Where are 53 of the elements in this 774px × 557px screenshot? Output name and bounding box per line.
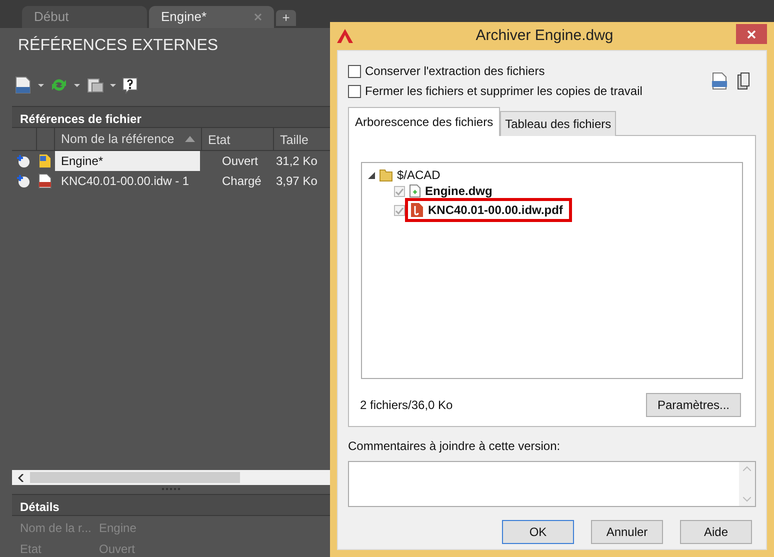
status-icon (16, 154, 32, 168)
caret-icon[interactable] (38, 84, 44, 86)
palette-title: RÉFÉRENCES EXTERNES (17, 35, 220, 56)
pdf-document-icon (410, 202, 424, 218)
dialog-button[interactable]: Annuler (591, 520, 663, 544)
checkbox[interactable] (394, 186, 405, 196)
status-text: Chargé (221, 173, 262, 190)
attach-dwg-icon[interactable] (14, 75, 32, 95)
document-icon (409, 184, 421, 198)
size-text: 3,97 Ko (275, 173, 318, 190)
expanded-icon[interactable] (368, 172, 375, 178)
column-header[interactable]: Nom de la référence (55, 128, 202, 150)
caret-icon[interactable] (110, 84, 116, 86)
tree-item[interactable]: Engine.dwg (425, 182, 492, 200)
dwf-file-icon[interactable] (711, 72, 728, 90)
comment-label: Commentaires à joindre à cette version: (348, 438, 562, 455)
horizontal-scrollbar[interactable] (12, 470, 330, 485)
tree-item[interactable]: KNC40.01-00.00.idw.pdf (428, 201, 563, 219)
tree-item[interactable]: $/ACAD (397, 166, 440, 184)
column-header[interactable]: Taille (274, 128, 330, 150)
scroll-left-icon[interactable] (18, 474, 24, 482)
checkbox-label: Conserver l'extraction des fichiers (365, 63, 545, 80)
settings-button[interactable]: Paramètres... (646, 393, 741, 417)
close-button[interactable] (736, 24, 767, 44)
dialog-title: Archiver Engine.dwg (474, 26, 614, 46)
help-icon[interactable] (122, 76, 138, 94)
dialog-button[interactable]: OK (502, 520, 574, 544)
file-name[interactable]: Engine* (55, 151, 200, 171)
close-icon (747, 30, 756, 38)
tab[interactable]: Arborescence des fichiers (348, 107, 500, 136)
document-stack-icon[interactable] (86, 76, 104, 94)
new-tab-button[interactable]: + (276, 10, 296, 26)
file-name[interactable]: KNC40.01-00.00.idw - 1 (55, 171, 200, 191)
checkbox[interactable] (348, 84, 361, 98)
tab[interactable]: Tableau des fichiers (500, 111, 616, 136)
section-header: Références de fichier (12, 106, 330, 128)
column-header[interactable]: Etat (202, 128, 274, 150)
folder-icon (379, 168, 393, 182)
summary-text: 2 fichiers/36,0 Ko (360, 397, 453, 414)
dwg-file-icon (37, 153, 53, 169)
caret-icon[interactable] (74, 84, 80, 86)
pdf-file-icon (37, 173, 53, 189)
status-icon (16, 174, 32, 188)
splitter-grip-icon[interactable] (162, 488, 180, 491)
checkbox[interactable] (394, 204, 405, 216)
size-text: 31,2 Ko (275, 153, 318, 170)
checkbox[interactable] (348, 64, 361, 78)
section-header: Détails (12, 494, 330, 516)
status-text: Ouvert (221, 153, 260, 170)
sort-ascending-icon[interactable] (185, 136, 195, 142)
checkbox-label: Fermer les fichiers et supprimer les copies de travail (365, 83, 642, 100)
document-tab[interactable]: Engine* (149, 6, 274, 28)
dialog-button[interactable]: Aide (680, 520, 752, 544)
